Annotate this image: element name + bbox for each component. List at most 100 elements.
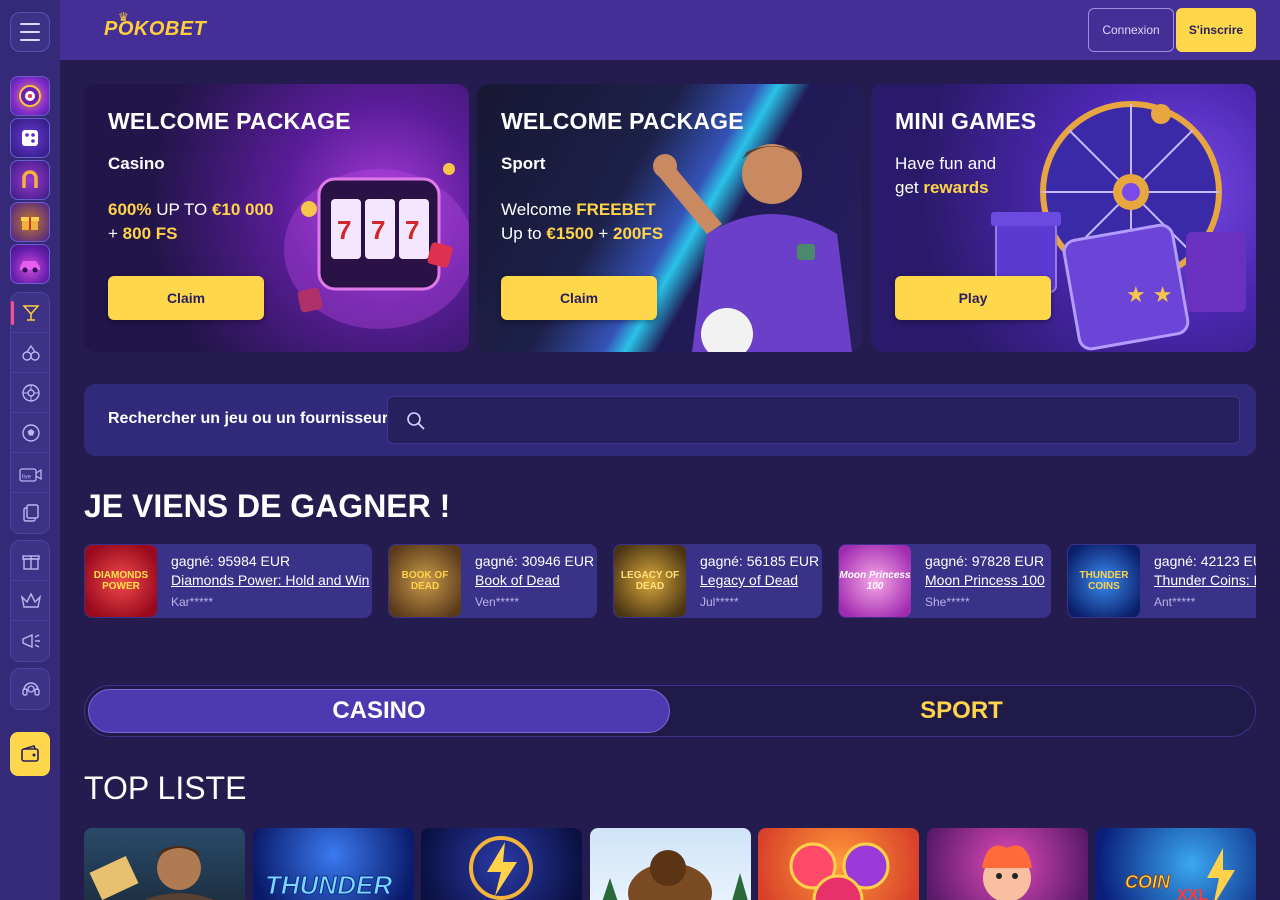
win-game-link[interactable]: Book of Dead bbox=[475, 572, 560, 588]
search-label: Rechercher un jeu ou un fournisseur bbox=[108, 410, 389, 427]
game-thumbnail: BOOK OF DEAD bbox=[389, 545, 461, 617]
cards-icon[interactable] bbox=[11, 493, 49, 533]
winner-card[interactable]: Moon Princess 100 gagné: 97828 EUR Moon … bbox=[838, 544, 1051, 618]
promo-amount: €1500 bbox=[546, 224, 594, 243]
promo-plus: + bbox=[593, 224, 614, 243]
winner-card[interactable]: THUNDER COINS gagné: 42123 EUR Thunder C… bbox=[1067, 544, 1256, 618]
game-tile[interactable]: COIN XXL bbox=[1095, 828, 1256, 900]
game-tile[interactable]: THUNDER bbox=[253, 828, 414, 900]
gift-icon[interactable] bbox=[10, 202, 50, 242]
category-tabs: CASINO SPORT bbox=[84, 685, 1256, 737]
game-tile[interactable] bbox=[421, 828, 582, 900]
svg-text:7: 7 bbox=[371, 215, 385, 245]
promo-welcome: Welcome bbox=[501, 200, 577, 219]
banner-title: WELCOME PACKAGE bbox=[501, 108, 744, 134]
game-thumbnail: Moon Princess 100 bbox=[839, 545, 911, 617]
promo-upto: UP TO bbox=[151, 200, 212, 219]
logo[interactable]: ♛ POKOBET bbox=[104, 10, 206, 41]
megaphone-icon[interactable] bbox=[11, 621, 49, 661]
svg-text:live: live bbox=[22, 474, 32, 480]
cherries-icon[interactable] bbox=[11, 333, 49, 373]
search-icon bbox=[407, 412, 425, 430]
promo-freespins: 800 FS bbox=[122, 224, 178, 243]
top-list-title: TOP LISTE bbox=[84, 770, 247, 806]
tab-sport[interactable]: SPORT bbox=[670, 689, 1253, 733]
game-art: COIN XXL bbox=[1125, 848, 1235, 900]
claim-button[interactable]: Claim bbox=[108, 276, 264, 320]
promo-plus: + bbox=[108, 224, 123, 243]
live-camera-icon[interactable]: live bbox=[11, 453, 49, 493]
gift-icon[interactable] bbox=[11, 541, 49, 581]
promo-rewards: rewards bbox=[923, 178, 989, 197]
thumb-text: LEGACY OF DEAD bbox=[620, 570, 680, 592]
cocktail-icon[interactable] bbox=[11, 293, 49, 333]
game-art bbox=[982, 845, 1032, 900]
banner-title: WELCOME PACKAGE bbox=[108, 108, 351, 134]
wallet-button[interactable] bbox=[10, 732, 50, 776]
top-header: ♛ POKOBET Connexion S'inscrire bbox=[60, 0, 1280, 60]
game-tile[interactable] bbox=[590, 828, 751, 900]
winners-title: JE VIENS DE GAGNER ! bbox=[84, 488, 451, 524]
dice-icon[interactable] bbox=[10, 118, 50, 158]
crown-icon[interactable] bbox=[11, 581, 49, 621]
promo-amount: €10 000 bbox=[211, 200, 274, 219]
claim-button[interactable]: Claim bbox=[501, 276, 657, 320]
win-game-link[interactable]: Legacy of Dead bbox=[700, 572, 798, 588]
menu-button[interactable] bbox=[10, 12, 50, 52]
winner-card[interactable]: BOOK OF DEAD gagné: 30946 EUR Book of De… bbox=[388, 544, 597, 618]
win-user: Kar***** bbox=[171, 595, 214, 609]
promo-line: Have fun and bbox=[895, 154, 997, 173]
game-tile[interactable] bbox=[758, 828, 919, 900]
win-game-link[interactable]: Diamonds Power: Hold and Win bbox=[171, 572, 369, 588]
win-game-link[interactable]: Thunder Coins: Hold and Win bbox=[1154, 572, 1256, 588]
sidebar-support bbox=[10, 668, 50, 710]
promo-banner-minigames[interactable]: ★ ★ MINI GAMES Have fun and get rewards … bbox=[871, 84, 1256, 352]
menu-icon-line bbox=[20, 31, 40, 33]
soccer-icon[interactable] bbox=[11, 413, 49, 453]
search-bar: Rechercher un jeu ou un fournisseur bbox=[84, 384, 1256, 456]
promo-banner-sport[interactable]: WELCOME PACKAGE Sport Welcome FREEBET Up… bbox=[477, 84, 862, 352]
support-headset-icon[interactable] bbox=[11, 669, 49, 709]
svg-text:THUNDER: THUNDER bbox=[265, 870, 392, 900]
game-tile[interactable] bbox=[84, 828, 245, 900]
banner-promo-text: Welcome FREEBET Up to €1500 + 200FS bbox=[501, 198, 663, 246]
win-user: She***** bbox=[925, 595, 970, 609]
win-user: Ant***** bbox=[1154, 595, 1196, 609]
win-amount: gagné: 95984 EUR bbox=[171, 553, 291, 569]
game-art bbox=[602, 850, 748, 900]
winner-card[interactable]: LEGACY OF DEAD gagné: 56185 EUR Legacy o… bbox=[613, 544, 822, 618]
game-art bbox=[89, 846, 214, 900]
thumb-text: BOOK OF DEAD bbox=[401, 570, 449, 592]
game-art bbox=[789, 842, 890, 900]
roulette-icon[interactable] bbox=[11, 373, 49, 413]
banner-title: MINI GAMES bbox=[895, 108, 1037, 134]
winners-carousel: DIAMONDS POWER gagné: 95984 EUR Diamonds… bbox=[84, 544, 1256, 618]
sidebar-categories: live bbox=[10, 292, 50, 534]
wallet-icon bbox=[21, 745, 39, 762]
svg-text:★ ★: ★ ★ bbox=[1126, 283, 1172, 308]
banner-subtitle: Sport bbox=[501, 154, 546, 173]
thumb-text: Moon Princess 100 bbox=[839, 570, 911, 592]
play-button[interactable]: Play bbox=[895, 276, 1051, 320]
car-icon[interactable] bbox=[10, 244, 50, 284]
thumb-text: DIAMONDS POWER bbox=[93, 570, 149, 592]
banner-promo-text: 600% UP TO €10 000 + 800 FS bbox=[108, 198, 273, 246]
game-tile[interactable] bbox=[927, 828, 1088, 900]
game-thumbnail: LEGACY OF DEAD bbox=[614, 545, 686, 617]
win-user: Ven***** bbox=[475, 595, 520, 609]
tab-casino[interactable]: CASINO bbox=[88, 689, 670, 733]
horseshoe-icon[interactable] bbox=[10, 160, 50, 200]
register-button[interactable]: S'inscrire bbox=[1176, 8, 1256, 52]
login-button[interactable]: Connexion bbox=[1088, 8, 1174, 52]
promo-freebet: FREEBET bbox=[576, 200, 656, 219]
promo-banner-casino[interactable]: 7 7 7 WELCOME PACKAGE Casino 600% UP TO … bbox=[84, 84, 469, 352]
win-amount: gagné: 42123 EUR bbox=[1154, 553, 1256, 569]
promo-freespins: 200FS bbox=[613, 224, 664, 243]
search-input[interactable] bbox=[387, 396, 1240, 444]
promo-upto: Up to bbox=[501, 224, 547, 243]
slot-machine-illustration: 7 7 7 bbox=[284, 163, 469, 329]
menu-icon bbox=[20, 23, 40, 25]
target-icon[interactable] bbox=[10, 76, 50, 116]
winner-card[interactable]: DIAMONDS POWER gagné: 95984 EUR Diamonds… bbox=[84, 544, 372, 618]
win-game-link[interactable]: Moon Princess 100 bbox=[925, 572, 1045, 588]
